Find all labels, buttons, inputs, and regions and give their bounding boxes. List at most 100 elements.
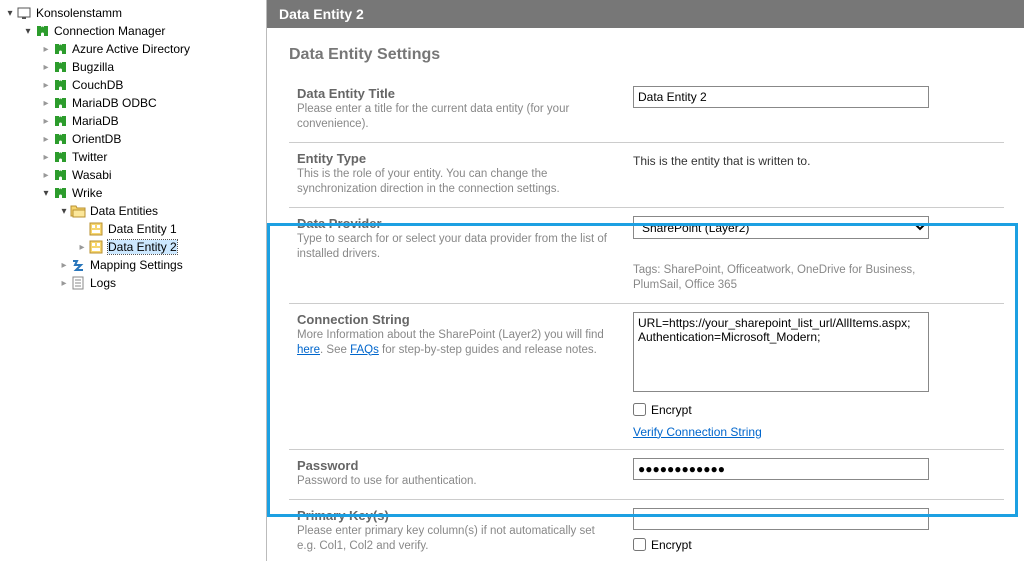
field-title-label: Data Entity Title [297,86,613,101]
tree-item-label: Bugzilla [72,60,114,74]
primary-key-input[interactable] [633,508,929,530]
chevron-icon: ▸ [40,133,52,145]
tree-mapping-label: Mapping Settings [90,258,183,272]
data-entity-icon [88,239,104,255]
tree-panel: ▾ Konsolenstamm ▾ Connection Manager ▸ A… [0,0,266,561]
field-pk-label: Primary Key(s) [297,508,613,523]
tree-item-azure-active-directory[interactable]: ▸ Azure Active Directory [40,40,266,58]
chevron-icon: ▸ [40,61,52,73]
tree-item-label: MariaDB ODBC [72,96,157,110]
row-password: Password Password to use for authenticat… [289,449,1004,499]
provider-select[interactable]: SharePoint (Layer2) [633,216,929,239]
puzzle-green-icon [52,167,68,183]
tree-item-label: Azure Active Directory [72,42,190,56]
chevron-icon: ▸ [40,79,52,91]
tree-item-wrike[interactable]: ▾ Wrike [40,184,266,202]
chevron-icon: ▸ [40,97,52,109]
puzzle-green-icon [52,95,68,111]
field-conn-desc: More Information about the SharePoint (L… [297,328,613,358]
tree-de2-label: Data Entity 2 [108,240,177,254]
tree-item-label: Twitter [72,150,107,164]
puzzle-green-icon [52,185,68,201]
row-entity-type: Entity Type This is the role of your ent… [289,142,1004,207]
puzzle-green-icon [34,23,50,39]
tree-item-orientdb[interactable]: ▸ OrientDB [40,130,266,148]
chevron-icon: ▸ [76,241,88,253]
puzzle-green-icon [52,113,68,129]
encrypt-pk-label: Encrypt [651,538,692,552]
tree-item-mariadb-odbc[interactable]: ▸ MariaDB ODBC [40,94,266,112]
console-icon [16,5,32,21]
puzzle-green-icon [52,149,68,165]
tree-item-label: MariaDB [72,114,119,128]
chevron-down-icon: ▾ [22,25,34,37]
tree-data-entity-2[interactable]: ▸ Data Entity 2 [76,238,266,256]
tree-de-label: Data Entities [90,204,158,218]
row-connection-string: Connection String More Information about… [289,303,1004,449]
puzzle-green-icon [52,77,68,93]
chevron-icon: ▸ [58,277,70,289]
tree-item-twitter[interactable]: ▸ Twitter [40,148,266,166]
password-input[interactable] [633,458,929,480]
row-title: Data Entity Title Please enter a title f… [289,78,1004,142]
puzzle-green-icon [52,41,68,57]
tree-root[interactable]: ▾ Konsolenstamm [4,4,266,22]
tree-root-label: Konsolenstamm [36,6,122,20]
entity-type-value: This is the entity that is written to. [633,151,982,168]
content-panel: Data Entity 2 Data Entity Settings Data … [266,0,1024,561]
chevron-icon: ▾ [40,187,52,199]
field-provider-desc: Type to search for or select your data p… [297,232,613,262]
connection-string-input[interactable]: URL=https://your_sharepoint_list_url/All… [633,312,929,392]
mapping-icon [70,257,86,273]
encrypt-pk-checkbox[interactable] [633,538,646,551]
tree-item-label: CouchDB [72,78,123,92]
faqs-link[interactable]: FAQs [350,344,379,356]
field-pk-desc: Please enter primary key column(s) if no… [297,524,613,554]
row-primary-key: Primary Key(s) Please enter primary key … [289,499,1004,561]
tree-mapping-settings[interactable]: ▸ Mapping Settings [58,256,266,274]
puzzle-green-icon [52,59,68,75]
row-provider: Data Provider Type to search for or sele… [289,207,1004,303]
content-title: Data Entity 2 [279,6,364,22]
field-type-desc: This is the role of your entity. You can… [297,167,613,197]
tree-item-label: Wasabi [72,168,112,182]
tree-item-label: Wrike [72,186,102,200]
chevron-icon: ▸ [40,115,52,127]
puzzle-green-icon [52,131,68,147]
encrypt-conn-label: Encrypt [651,403,692,417]
chevron-down-icon: ▾ [58,205,70,217]
tree-connection-manager[interactable]: ▾ Connection Manager [22,22,266,40]
tree-de1-label: Data Entity 1 [108,222,177,236]
entity-title-input[interactable] [633,86,929,108]
field-pass-label: Password [297,458,613,473]
tree-item-bugzilla[interactable]: ▸ Bugzilla [40,58,266,76]
chevron-icon: ▸ [40,169,52,181]
chevron-icon: ▸ [40,43,52,55]
here-link[interactable]: here [297,344,320,356]
field-title-desc: Please enter a title for the current dat… [297,102,613,132]
chevron-icon: ▸ [58,259,70,271]
tree-item-mariadb[interactable]: ▸ MariaDB [40,112,266,130]
tree-data-entities[interactable]: ▾ Data Entities [58,202,266,220]
encrypt-conn-checkbox[interactable] [633,403,646,416]
tree-item-wasabi[interactable]: ▸ Wasabi [40,166,266,184]
data-entity-icon [88,221,104,237]
logs-icon [70,275,86,291]
tree-data-entity-1[interactable]: ▸ Data Entity 1 [76,220,266,238]
tree-item-couchdb[interactable]: ▸ CouchDB [40,76,266,94]
tree-item-label: OrientDB [72,132,121,146]
folder-open-icon [70,203,86,219]
tree-cm-label: Connection Manager [54,24,165,38]
field-pass-desc: Password to use for authentication. [297,474,613,489]
verify-conn-link[interactable]: Verify Connection String [633,425,762,439]
tree-logs-label: Logs [90,276,116,290]
chevron-down-icon: ▾ [4,7,16,19]
provider-tags: Tags: SharePoint, Officeatwork, OneDrive… [633,263,982,293]
chevron-icon: ▸ [40,151,52,163]
title-bar: Data Entity 2 [267,0,1024,28]
tree-logs[interactable]: ▸ Logs [58,274,266,292]
field-type-label: Entity Type [297,151,613,166]
section-title: Data Entity Settings [267,46,1004,64]
field-provider-label: Data Provider [297,216,613,231]
field-conn-label: Connection String [297,312,613,327]
